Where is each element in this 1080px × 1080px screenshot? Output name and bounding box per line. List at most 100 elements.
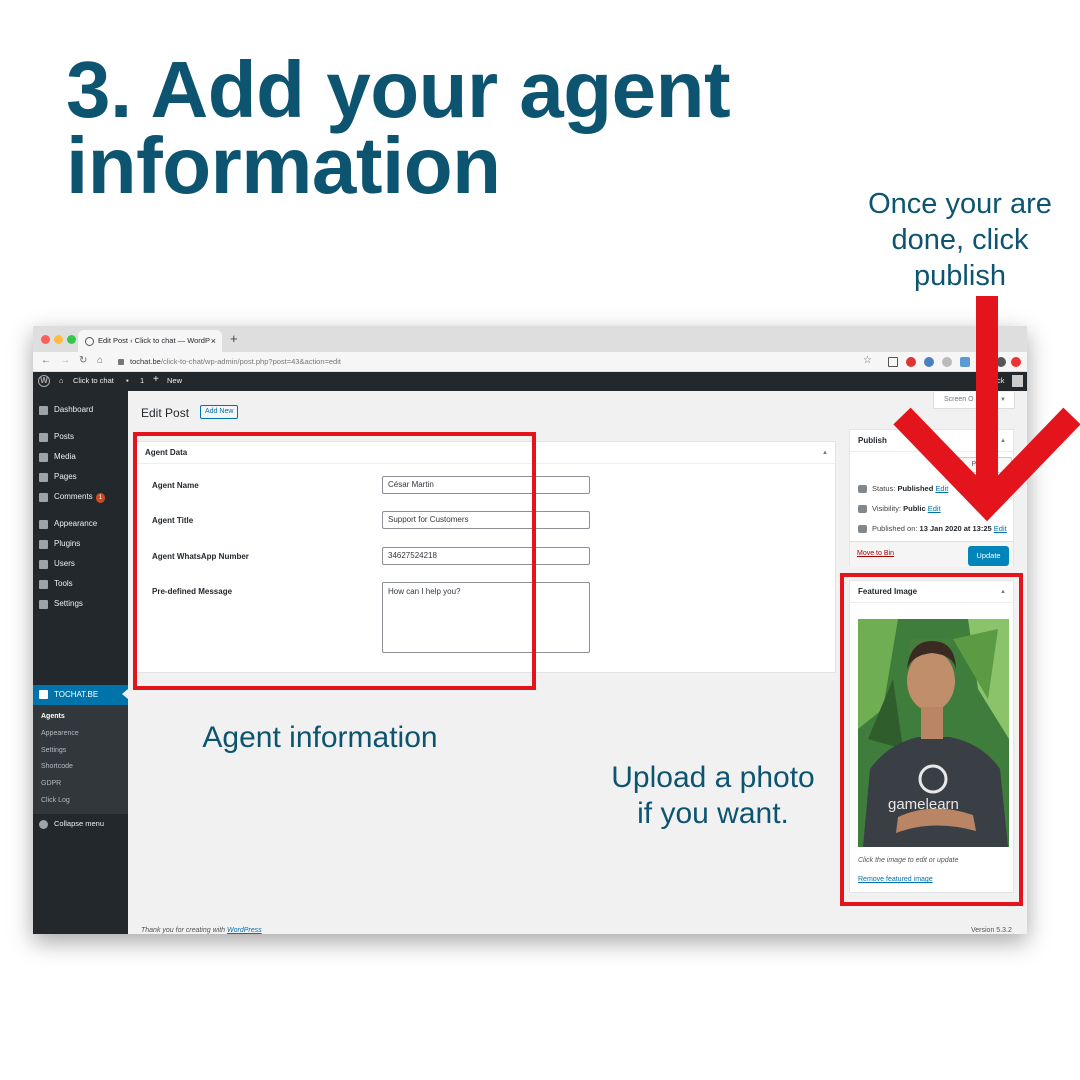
sidebar-item-label: Comments [54,492,93,501]
featured-image-highlight [840,573,1023,906]
add-new-button[interactable]: Add New [200,405,239,419]
footer-version: Version 5.3.2 [971,927,1012,934]
browser-tab[interactable]: Edit Post ‹ Click to chat — WordP × [78,330,222,352]
wordpress-link[interactable]: WordPress [227,927,262,934]
update-button[interactable]: Update [968,546,1009,566]
sidebar-item-plugins[interactable]: Plugins [33,535,128,553]
collapse-icon [39,820,48,829]
close-tab-icon[interactable]: × [211,330,216,352]
collapse-menu-label: Collapse menu [54,819,105,828]
pin-icon [39,433,48,442]
admin-sidebar: Dashboard Posts Media Pages Comments 1 Ap… [33,391,128,934]
maximize-window-icon[interactable] [67,335,76,344]
photo-callout: Upload a photo if you want. [600,760,826,832]
user-icon [39,560,48,569]
agent-info-callout: Agent information [202,721,438,754]
dashboard-icon [39,406,48,415]
submenu-shortcode[interactable]: Shortcode [41,763,73,770]
url-field[interactable]: tochat.be/click-to-chat/wp-admin/post.ph… [118,354,878,370]
url-host: tochat.be [130,357,161,366]
wrench-icon [39,580,48,589]
sidebar-item-tochat[interactable]: TOCHAT.BE [33,685,128,705]
publish-callout-line: publish [914,260,1006,292]
back-icon[interactable]: ← [41,355,51,366]
submenu-settings[interactable]: Settings [41,747,66,754]
submenu-click-log[interactable]: Click Log [41,797,70,804]
photo-callout-line: Upload a photo [611,761,815,794]
photo-callout-line: if you want. [637,797,789,830]
comments-count-badge: 1 [95,493,106,503]
close-window-icon[interactable] [41,335,50,344]
eye-icon [858,505,867,514]
chat-icon [39,690,48,699]
plug-icon [39,540,48,549]
heading-line-2: information [66,121,501,210]
calendar-icon [858,525,867,534]
arrow-down-icon [893,296,1080,522]
sidebar-item-dashboard[interactable]: Dashboard [33,401,128,419]
wordpress-logo-icon[interactable]: W [38,375,50,387]
sidebar-item-comments[interactable]: Comments 1 [33,488,128,506]
page-title: Edit Post [141,406,190,420]
home-icon: ⌂ [59,376,64,385]
sidebar-item-label: Pages [54,472,77,481]
pages-icon [39,473,48,482]
brush-icon [39,520,48,529]
plus-icon[interactable]: + [153,374,159,385]
bookmark-star-icon[interactable]: ☆ [863,355,872,366]
tab-title: Edit Post ‹ Click to chat — WordP [98,336,210,345]
sidebar-item-label: Plugins [54,539,81,548]
sidebar-item-label: Dashboard [54,405,94,414]
sidebar-item-settings[interactable]: Settings [33,595,128,613]
submenu-appearence[interactable]: Appearence [41,730,79,737]
sidebar-item-label: Appearance [54,519,98,528]
sidebar-item-tools[interactable]: Tools [33,575,128,593]
submenu-agents[interactable]: Agents [41,713,65,720]
submenu-gdpr[interactable]: GDPR [41,780,61,787]
pin-icon [858,485,867,494]
wp-admin-bar: W ⌂ Click to chat ▪ 1 + New ck [33,372,1027,391]
collapse-toggle-icon[interactable]: ▲ [822,442,828,464]
sidebar-item-label: Media [54,452,76,461]
forward-icon[interactable]: → [60,355,70,366]
lock-icon [118,359,124,366]
collapse-menu-button[interactable]: Collapse menu [33,815,128,833]
media-icon [39,453,48,462]
new-tab-icon[interactable]: + [230,331,238,346]
sidebar-item-label: Tools [54,579,73,588]
move-to-bin-link[interactable]: Move to Bin [857,550,894,557]
minimize-window-icon[interactable] [54,335,63,344]
publish-actions: Move to Bin Update [850,541,1013,567]
reload-icon[interactable]: ↻ [79,355,87,366]
globe-icon [85,337,94,346]
publish-callout-line: done, click [891,224,1029,256]
home-icon[interactable]: ⌂ [97,355,103,366]
heading-line-1: 3. Add your agent [66,45,731,134]
admin-bar-site-link[interactable]: Click to chat [73,376,114,385]
sidebar-item-appearance[interactable]: Appearance [33,515,128,533]
sidebar-item-label: Posts [54,432,75,441]
sidebar-item-label: TOCHAT.BE [54,690,99,699]
settings-icon [39,600,48,609]
sidebar-item-label: Settings [54,599,83,608]
publish-callout-line: Once your are [868,188,1052,220]
admin-bar-new-link[interactable]: New [167,376,182,385]
comment-icon[interactable]: ▪ [126,376,129,385]
publish-title: Publish [858,436,887,445]
agent-data-highlight [133,432,536,690]
footer-thanks-text: Thank you for creating with [141,927,226,934]
url-path: /click-to-chat/wp-admin/post.php?post=43… [160,357,341,366]
heading: 3. Add your agent information [66,45,731,210]
tab-bar: Edit Post ‹ Click to chat — WordP × + [33,326,1027,352]
sidebar-item-pages[interactable]: Pages [33,468,128,486]
tochat-submenu: Agents Appearence Settings Shortcode GDP… [33,705,128,814]
comment-icon [39,493,48,502]
active-arrow [122,689,128,699]
publish-callout: Once your are done, click publish [858,186,1062,294]
address-bar-row: ← → ↻ ⌂ tochat.be/click-to-chat/wp-admin… [33,352,1027,372]
footer-thanks: Thank you for creating with WordPress [141,927,262,934]
sidebar-item-posts[interactable]: Posts [33,428,128,446]
sidebar-item-media[interactable]: Media [33,448,128,466]
sidebar-item-users[interactable]: Users [33,555,128,573]
admin-bar-comments-count[interactable]: 1 [140,376,144,385]
